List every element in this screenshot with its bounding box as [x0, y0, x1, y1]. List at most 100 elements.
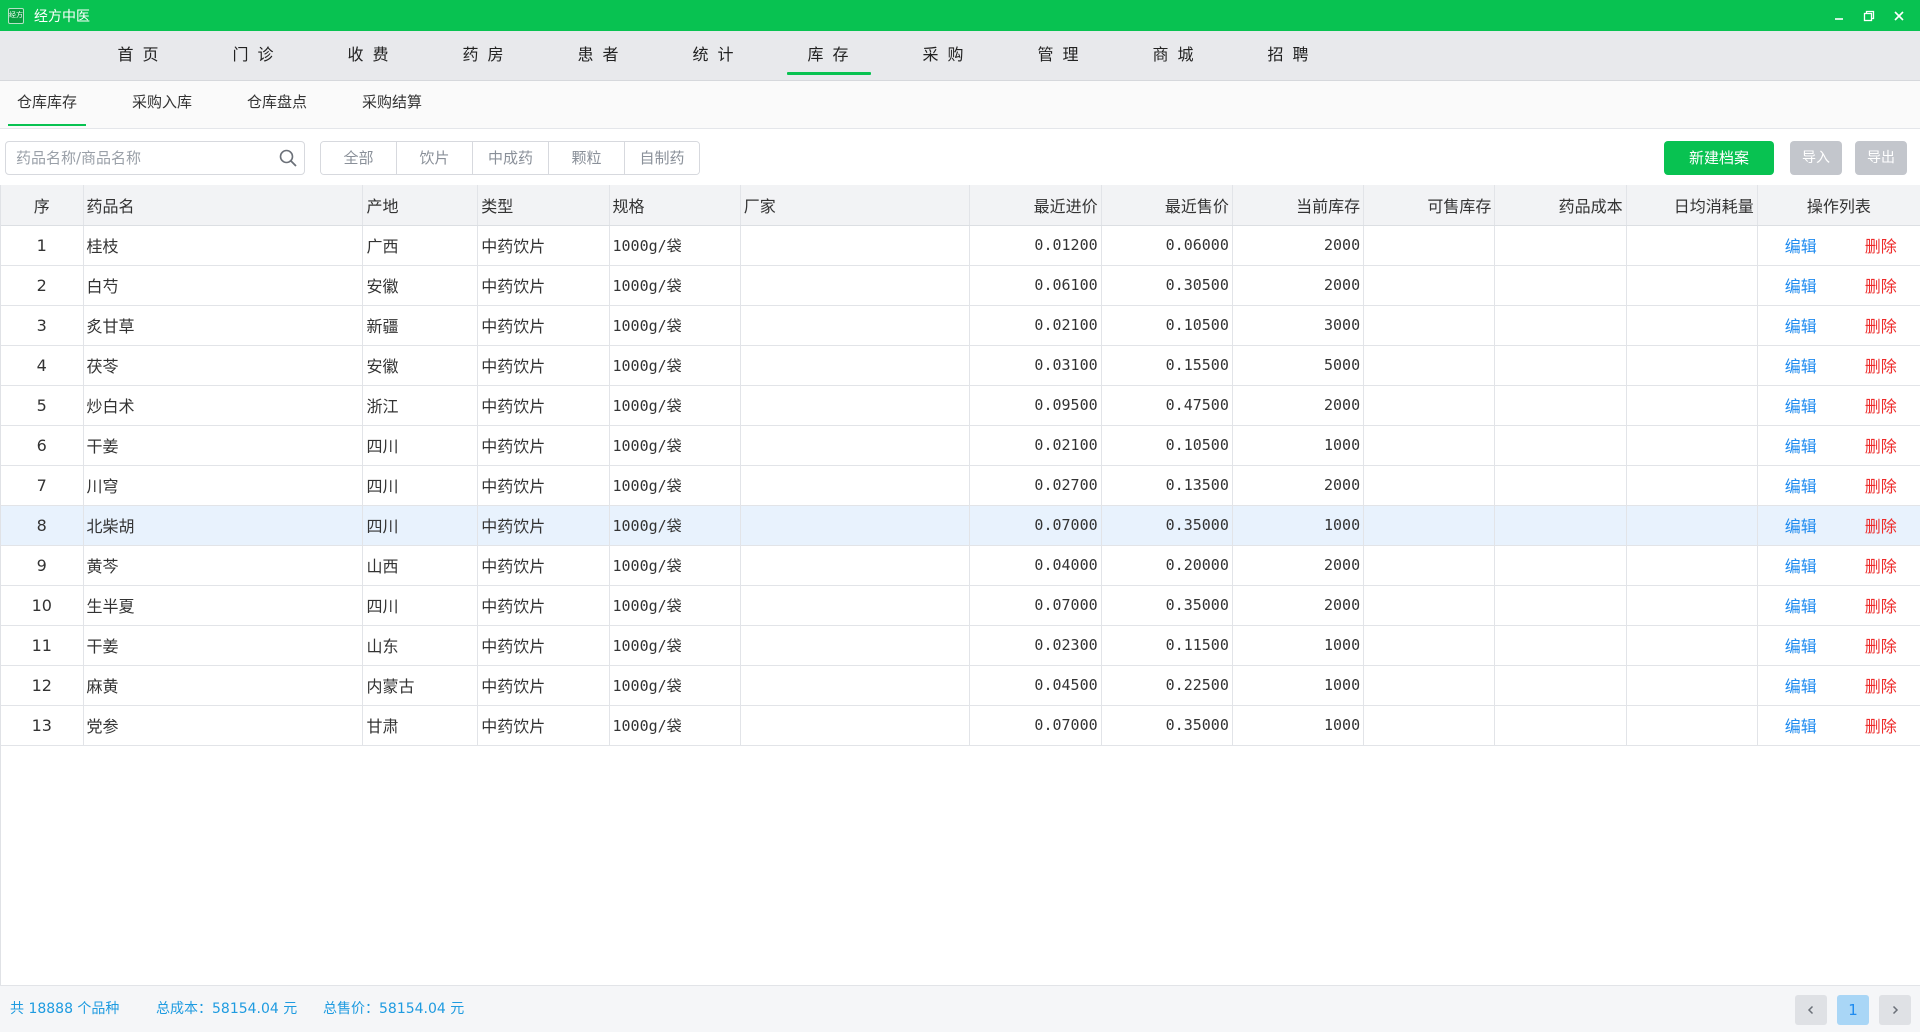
cell-drug-cost	[1494, 705, 1627, 746]
cell-daily-consumption	[1626, 305, 1758, 346]
cell-actions: 编辑 删除	[1757, 465, 1920, 506]
delete-link[interactable]: 删除	[1841, 313, 1920, 337]
cell-type: 中药饮片	[477, 265, 610, 306]
table-row[interactable]: 3 炙甘草 新疆 中药饮片 1000g/袋 0.02100 0.10500 3000 编辑 删除	[1, 305, 1920, 346]
edit-link[interactable]: 编辑	[1761, 633, 1841, 657]
filter-granules-button[interactable]: 颗粒	[549, 142, 625, 174]
filter-all-button[interactable]: 全部	[321, 142, 397, 174]
delete-link[interactable]: 删除	[1841, 393, 1920, 417]
cell-index: 3	[1, 305, 84, 346]
delete-link[interactable]: 删除	[1841, 433, 1920, 457]
restore-icon[interactable]	[1854, 0, 1884, 31]
table-row[interactable]: 7 川穹 四川 中药饮片 1000g/袋 0.02700 0.13500 2000 编辑 删除	[1, 465, 1920, 506]
table-row[interactable]: 6 干姜 四川 中药饮片 1000g/袋 0.02100 0.10500 1000 编辑 删除	[1, 425, 1920, 466]
nav-item-patients[interactable]: 患 者	[557, 31, 641, 81]
cell-recent-purchase-price: 0.02300	[969, 625, 1102, 666]
pager-page-button[interactable]: 1	[1837, 995, 1869, 1025]
edit-link[interactable]: 编辑	[1761, 713, 1841, 737]
minimize-icon[interactable]	[1824, 0, 1854, 31]
nav-item-mall[interactable]: 商 城	[1132, 31, 1216, 81]
nav-item-statistics[interactable]: 统 计	[672, 31, 756, 81]
edit-link[interactable]: 编辑	[1761, 393, 1841, 417]
filter-slices-button[interactable]: 饮片	[397, 142, 473, 174]
cell-recent-purchase-price: 0.02700	[969, 465, 1102, 506]
nav-item-clinic[interactable]: 门 诊	[212, 31, 296, 81]
cell-actions: 编辑 删除	[1757, 225, 1920, 266]
table-row[interactable]: 1 桂枝 广西 中药饮片 1000g/袋 0.01200 0.06000 2000 编辑 删除	[1, 225, 1920, 266]
edit-link[interactable]: 编辑	[1761, 313, 1841, 337]
delete-link[interactable]: 删除	[1841, 473, 1920, 497]
table-row[interactable]: 4 茯苓 安徽 中药饮片 1000g/袋 0.03100 0.15500 5000 编辑 删除	[1, 345, 1920, 386]
cell-drug-name: 茯苓	[83, 345, 364, 386]
delete-link[interactable]: 删除	[1841, 713, 1920, 737]
delete-link[interactable]: 删除	[1841, 633, 1920, 657]
edit-link[interactable]: 编辑	[1761, 353, 1841, 377]
cell-recent-sale-price: 0.10500	[1101, 305, 1233, 346]
filter-homemade-button[interactable]: 自制药	[625, 142, 699, 174]
cell-recent-purchase-price: 0.07000	[969, 505, 1102, 546]
filter-patent-medicine-button[interactable]: 中成药	[473, 142, 549, 174]
edit-link[interactable]: 编辑	[1761, 513, 1841, 537]
delete-link[interactable]: 删除	[1841, 233, 1920, 257]
table-row[interactable]: 12 麻黄 内蒙古 中药饮片 1000g/袋 0.04500 0.22500 1000 编辑 删除	[1, 665, 1920, 706]
table-row[interactable]: 5 炒白术 浙江 中药饮片 1000g/袋 0.09500 0.47500 2000 编辑 删除	[1, 385, 1920, 426]
table-row[interactable]: 13 党参 甘肃 中药饮片 1000g/袋 0.07000 0.35000 1000 编辑 删除	[1, 705, 1920, 746]
edit-link[interactable]: 编辑	[1761, 233, 1841, 257]
edit-link[interactable]: 编辑	[1761, 593, 1841, 617]
nav-item-recruit[interactable]: 招 聘	[1247, 31, 1331, 81]
delete-link[interactable]: 删除	[1841, 273, 1920, 297]
delete-link[interactable]: 删除	[1841, 353, 1920, 377]
cell-origin: 广西	[362, 225, 479, 266]
edit-link[interactable]: 编辑	[1761, 273, 1841, 297]
cell-type: 中药饮片	[477, 585, 610, 626]
cell-drug-name: 干姜	[83, 425, 364, 466]
new-record-button[interactable]: 新建档案	[1664, 141, 1774, 175]
search-input[interactable]	[16, 142, 266, 174]
cell-recent-purchase-price: 0.06100	[969, 265, 1102, 306]
tab-warehouse-stock[interactable]: 仓库库存	[2, 81, 92, 129]
delete-link[interactable]: 删除	[1841, 553, 1920, 577]
total-cost-text: 总成本：58154.04 元	[156, 1001, 298, 1017]
tab-purchase-settlement[interactable]: 采购结算	[347, 81, 437, 129]
total-price-text: 总售价：58154.04 元	[323, 1001, 465, 1017]
table-row[interactable]: 11 干姜 山东 中药饮片 1000g/袋 0.02300 0.11500 1000 编辑 删除	[1, 625, 1920, 666]
pager-prev-button[interactable]	[1795, 995, 1827, 1025]
edit-link[interactable]: 编辑	[1761, 673, 1841, 697]
cell-available-stock	[1363, 545, 1496, 586]
col-header-origin: 产地	[362, 185, 479, 226]
delete-link[interactable]: 删除	[1841, 673, 1920, 697]
search-icon[interactable]	[278, 148, 298, 168]
window-title: 经方中医	[34, 8, 90, 25]
table-row[interactable]: 8 北柴胡 四川 中药饮片 1000g/袋 0.07000 0.35000 1000 编辑 删除	[1, 505, 1920, 546]
cell-manufacturer	[740, 625, 971, 666]
nav-item-home[interactable]: 首 页	[97, 31, 181, 81]
nav-item-purchase[interactable]: 采 购	[902, 31, 986, 81]
pager-next-button[interactable]	[1879, 995, 1911, 1025]
edit-link[interactable]: 编辑	[1761, 553, 1841, 577]
cell-drug-cost	[1494, 665, 1627, 706]
cell-origin: 安徽	[362, 265, 479, 306]
nav-item-pharmacy[interactable]: 药 房	[442, 31, 526, 81]
table-row[interactable]: 2 白芍 安徽 中药饮片 1000g/袋 0.06100 0.30500 2000 编辑 删除	[1, 265, 1920, 306]
nav-item-billing[interactable]: 收 费	[327, 31, 411, 81]
cell-recent-sale-price: 0.35000	[1101, 705, 1233, 746]
export-button[interactable]: 导出	[1855, 141, 1907, 175]
nav-item-inventory[interactable]: 库 存	[787, 31, 871, 81]
edit-link[interactable]: 编辑	[1761, 473, 1841, 497]
cell-daily-consumption	[1626, 385, 1758, 426]
cell-current-stock: 2000	[1232, 385, 1365, 426]
tab-stocktaking[interactable]: 仓库盘点	[232, 81, 322, 129]
delete-link[interactable]: 删除	[1841, 593, 1920, 617]
window-controls	[1824, 0, 1914, 31]
tab-purchase-inbound[interactable]: 采购入库	[117, 81, 207, 129]
cell-index: 5	[1, 385, 84, 426]
import-button[interactable]: 导入	[1790, 141, 1842, 175]
cell-spec: 1000g/袋	[609, 465, 741, 506]
close-icon[interactable]	[1884, 0, 1914, 31]
edit-link[interactable]: 编辑	[1761, 433, 1841, 457]
table-row[interactable]: 9 黄芩 山西 中药饮片 1000g/袋 0.04000 0.20000 2000 编辑 删除	[1, 545, 1920, 586]
nav-item-management[interactable]: 管 理	[1017, 31, 1101, 81]
cell-actions: 编辑 删除	[1757, 385, 1920, 426]
table-row[interactable]: 10 生半夏 四川 中药饮片 1000g/袋 0.07000 0.35000 2000 编辑 删除	[1, 585, 1920, 626]
delete-link[interactable]: 删除	[1841, 513, 1920, 537]
